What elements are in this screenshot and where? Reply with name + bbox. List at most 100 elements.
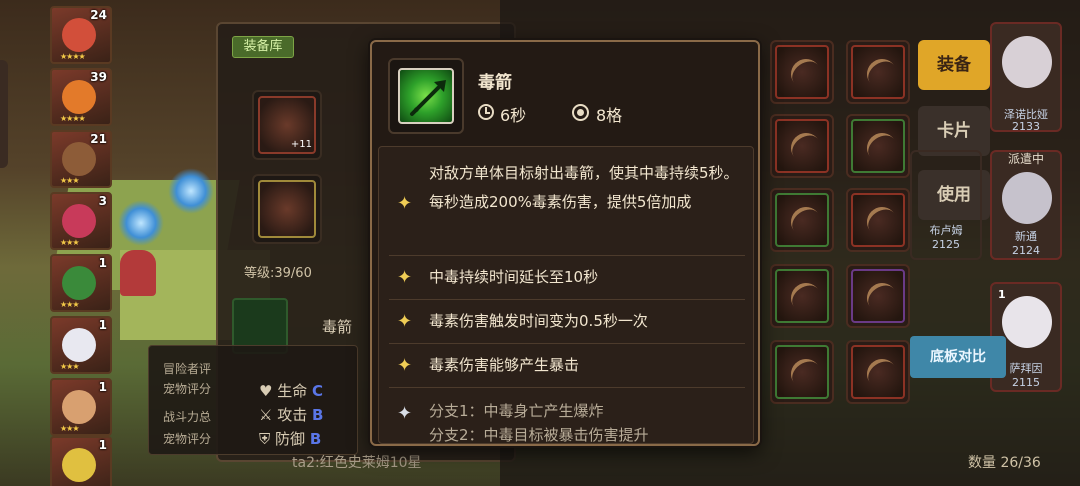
inventory-slot[interactable] xyxy=(770,114,834,178)
divider xyxy=(389,299,745,300)
chat-ticker: ta2:红色史莱姆10星 xyxy=(292,455,422,471)
hero-slot[interactable]: 3 ★★★ xyxy=(50,192,112,250)
inventory-slot[interactable] xyxy=(846,114,910,178)
effect-row: ✦ 中毒持续时间延长至10秒 xyxy=(397,267,599,288)
hero-level: 1 xyxy=(98,438,107,452)
inventory-slot[interactable] xyxy=(770,188,834,252)
heart-icon: ♥ xyxy=(259,382,273,400)
silver-star-icon: ✦ xyxy=(397,403,413,424)
hero-power: 2124 xyxy=(1012,244,1040,257)
stat-label: 宠物评分 xyxy=(163,432,212,446)
hero-level: 1 xyxy=(98,318,107,332)
shield-icon: ⛨ xyxy=(259,430,271,448)
divider xyxy=(389,255,745,256)
inventory-slot[interactable] xyxy=(846,264,910,328)
hero-portrait xyxy=(62,80,96,114)
equipped-bow-slot[interactable]: +11 xyxy=(252,90,322,160)
hero-slot[interactable]: 1 ★★★ xyxy=(50,378,112,436)
effect-row: ✦ 毒素伤害能够产生暴击 xyxy=(397,355,580,376)
star-icon: ★★★ xyxy=(60,300,79,309)
hero-level: 24 xyxy=(90,8,107,22)
equipment-library-tab[interactable]: 装备库 xyxy=(232,36,294,58)
effect-row: ✦ 毒素伤害触发时间变为0.5秒一次 xyxy=(397,311,648,332)
gold-star-icon: ✦ xyxy=(397,267,413,288)
blue-crystal-effect xyxy=(168,168,214,214)
hero-power: 2125 xyxy=(932,238,960,251)
hero-portrait xyxy=(1002,296,1052,348)
divider xyxy=(389,343,745,344)
divider xyxy=(389,387,745,388)
hero-portrait xyxy=(62,18,96,52)
left-edge-handle[interactable] xyxy=(0,60,8,168)
hero-portrait xyxy=(62,328,96,362)
hero-list: 24 ★★★★ 39 ★★★★ 21 ★★★ 3 ★★★ 1 ★★★ 1 ★★★… xyxy=(50,0,112,486)
equip-button[interactable]: 装备 xyxy=(918,40,990,90)
star-icon: ★★★ xyxy=(60,238,79,247)
effect-row: ✦ 分支1：中毒身亡产生爆炸 分支2：中毒目标被暴击伤害提升 xyxy=(397,402,649,444)
stats-box: 冒险者评 宠物评分 战斗力总 宠物评分 ♥ 生命 C ⚔ 攻击 B ⛨ 防御 B xyxy=(148,345,358,455)
armor-icon xyxy=(258,180,316,238)
inventory-slot[interactable] xyxy=(770,40,834,104)
card-button[interactable]: 卡片 xyxy=(918,106,990,156)
gold-star-icon: ✦ xyxy=(397,355,413,376)
stat-hp: ♥ 生命 C xyxy=(259,382,324,400)
skill-icon-frame xyxy=(388,58,464,134)
hero-slot[interactable]: 24 ★★★★ xyxy=(50,6,112,64)
hero-slot[interactable]: 39 ★★★★ xyxy=(50,68,112,126)
gold-star-icon: ✦ xyxy=(397,193,413,214)
target-icon xyxy=(572,104,589,121)
inventory-count: 数量 26/36 xyxy=(968,455,1041,471)
enhance-level: +11 xyxy=(290,139,312,150)
star-icon: ★★★ xyxy=(60,176,79,185)
hero-level: 1 xyxy=(98,380,107,394)
hero-slot[interactable]: 1 ★★★ xyxy=(50,254,112,312)
inventory-slot[interactable] xyxy=(770,340,834,404)
inventory-slot[interactable] xyxy=(846,188,910,252)
hero-slot[interactable]: 1 ★★★ xyxy=(50,316,112,374)
skill-cooldown: 6秒 xyxy=(500,106,527,125)
stat-label: 冒险者评 xyxy=(163,362,212,376)
hero-portrait xyxy=(1002,172,1052,224)
hero-portrait xyxy=(62,266,96,300)
inventory-slot[interactable] xyxy=(770,264,834,328)
skill-title: 毒箭 xyxy=(478,73,512,93)
skill-name: 毒箭 xyxy=(322,318,353,336)
hero-slot[interactable]: 1 xyxy=(50,436,112,486)
hero-power: 2133 xyxy=(1012,120,1040,133)
equipment-level: 等级:39/60 xyxy=(244,266,312,281)
hero-card[interactable]: 派遣中 新通 2124 xyxy=(990,150,1062,260)
hero-name: 新通 xyxy=(1015,230,1037,243)
hero-portrait xyxy=(1002,36,1052,88)
poison-arrow-icon xyxy=(398,68,454,124)
hero-portrait xyxy=(62,204,96,238)
hero-level: 1 xyxy=(998,288,1006,301)
star-icon: ★★★★ xyxy=(60,114,86,123)
hero-sprite xyxy=(120,250,156,296)
blue-crystal-effect xyxy=(118,200,164,246)
skill-tooltip: 毒箭 6秒 8格 ✦ 对敌方单体目标射出毒箭，使其中毒持续5秒。每秒造成200%… xyxy=(370,40,760,446)
equipped-armor-slot[interactable] xyxy=(252,174,322,244)
sword-icon: ⚔ xyxy=(259,406,273,424)
stat-label: 宠物评分 xyxy=(163,382,212,396)
hero-slot[interactable]: 21 ★★★ xyxy=(50,130,112,188)
inventory-slot[interactable] xyxy=(846,40,910,104)
hero-card[interactable]: 泽诺比娅 2133 xyxy=(990,22,1062,133)
hero-portrait xyxy=(62,448,96,482)
clock-icon xyxy=(478,104,494,120)
effect-row: ✦ 对敌方单体目标射出毒箭，使其中毒持续5秒。每秒造成200%毒素伤害，提供5倍… xyxy=(397,164,739,214)
dispatch-status: 派遣中 xyxy=(1007,152,1044,166)
star-icon: ★★★ xyxy=(60,362,79,371)
inventory-slot[interactable] xyxy=(846,340,910,404)
stat-label: 战斗力总 xyxy=(163,410,212,424)
star-icon: ★★★ xyxy=(60,424,79,433)
hero-name: 布卢姆 xyxy=(929,224,963,237)
skill-effects-list: ✦ 对敌方单体目标射出毒箭，使其中毒持续5秒。每秒造成200%毒素伤害，提供5倍… xyxy=(378,146,754,444)
hero-portrait xyxy=(62,142,96,176)
hero-level: 21 xyxy=(90,132,107,146)
hero-portrait xyxy=(62,390,96,424)
hero-level: 1 xyxy=(98,256,107,270)
star-icon: ★★★★ xyxy=(60,52,86,61)
stat-attack: ⚔ 攻击 B xyxy=(259,406,324,424)
hero-card[interactable]: 布卢姆 2125 xyxy=(910,150,982,260)
compare-button[interactable]: 底板对比 xyxy=(910,336,1006,378)
